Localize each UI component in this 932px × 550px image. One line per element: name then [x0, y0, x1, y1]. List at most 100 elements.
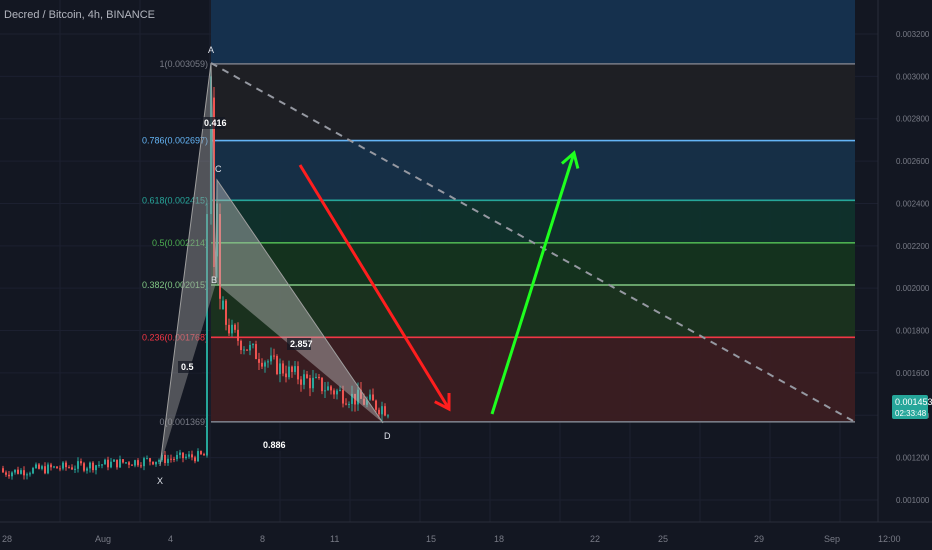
candle-body	[14, 469, 16, 473]
candle-body	[95, 465, 97, 471]
candle-body	[101, 464, 103, 466]
candle	[170, 454, 172, 463]
time-scale: 28 Aug 4 8 11 15 18 22 25 29 Sep 12:00	[0, 521, 932, 550]
candle-body	[234, 324, 236, 330]
pattern-ratio-label: 0.5	[181, 362, 194, 372]
candle-body	[65, 462, 67, 468]
candle-body	[152, 461, 154, 465]
candle-body	[134, 460, 136, 466]
candle-body	[197, 451, 199, 462]
time-tick-label: 4	[168, 534, 173, 544]
last-price-label: 0.001453	[895, 397, 932, 407]
candle-body	[77, 461, 79, 469]
candle	[77, 457, 79, 473]
candle-body	[62, 462, 64, 469]
candle-body	[137, 460, 139, 466]
candle-body	[128, 462, 130, 465]
candle	[98, 461, 100, 468]
candle	[110, 458, 112, 469]
candle	[83, 461, 85, 473]
candle	[125, 462, 127, 464]
candle-body	[140, 465, 142, 467]
price-tick-label: 0.003200	[896, 30, 930, 39]
candle-body	[92, 462, 94, 471]
candle	[29, 471, 31, 477]
candle-body	[191, 454, 193, 458]
candle	[134, 459, 136, 468]
price-scale: 0.003200 0.003000 0.002800 0.002600 0.002400…	[877, 0, 932, 522]
candle-body	[339, 389, 341, 391]
candle-body	[203, 454, 205, 456]
candle	[276, 354, 278, 376]
candle-body	[252, 344, 254, 346]
candle-body	[330, 386, 332, 391]
candle	[41, 464, 43, 471]
candle	[191, 450, 193, 461]
price-tick-label: 0.002600	[896, 157, 930, 166]
candle-body	[246, 349, 248, 351]
price-tick-label: 0.001800	[896, 327, 930, 336]
candle-body	[194, 457, 196, 462]
price-tick-label: 0.003000	[896, 72, 930, 81]
fib-zone	[211, 140, 855, 201]
candle-body	[11, 472, 13, 477]
candle-body	[26, 474, 28, 476]
candle	[68, 465, 70, 469]
candle-body	[179, 452, 181, 455]
candle-body	[255, 344, 257, 360]
candle	[143, 456, 145, 471]
candle	[71, 464, 73, 470]
candle	[185, 453, 187, 460]
candle	[8, 471, 10, 479]
time-tick-label: Sep	[824, 534, 840, 544]
pattern-ratio-label: 0.886	[263, 440, 286, 450]
price-tick-label: 0.002200	[896, 242, 930, 251]
symbol-title: Decred / Bitcoin, 4h, BINANCE	[4, 9, 156, 21]
candle	[47, 462, 49, 475]
candle	[44, 462, 46, 475]
candle-body	[131, 464, 133, 466]
pattern-point-label-c: C	[215, 164, 222, 174]
candle-body	[2, 468, 4, 473]
candle-body	[71, 467, 73, 470]
candle	[131, 464, 133, 466]
candle-body	[89, 462, 91, 469]
candle-body	[261, 362, 263, 367]
candle	[59, 465, 61, 472]
candle	[158, 458, 160, 465]
candle-body	[38, 464, 40, 469]
candle	[104, 458, 106, 465]
time-tick-label: 18	[494, 534, 504, 544]
candle	[167, 454, 169, 466]
price-chart[interactable]: 1(0.003059)0.786(0.002697)0.618(0.002415…	[0, 0, 932, 550]
candle	[56, 466, 58, 469]
candle-body	[155, 461, 157, 465]
time-tick-label: Aug	[95, 534, 111, 544]
candle-body	[5, 472, 7, 475]
time-tick-label: 15	[426, 534, 436, 544]
candle-body	[240, 340, 242, 351]
candle-body	[222, 300, 224, 310]
candle	[14, 469, 16, 475]
candle-body	[309, 378, 311, 389]
candle-body	[44, 466, 46, 474]
candle-body	[98, 464, 100, 466]
price-tick-label: 0.001200	[896, 454, 930, 463]
candle	[92, 461, 94, 473]
price-tick-label: 0.002800	[896, 115, 930, 124]
candle-body	[35, 464, 37, 469]
candle-body	[297, 366, 299, 380]
candle	[26, 472, 28, 480]
candle	[128, 461, 130, 469]
candle	[203, 452, 205, 456]
candle	[5, 470, 7, 477]
pattern-point-label-x: X	[157, 476, 163, 486]
candle-body	[228, 324, 230, 334]
candle	[137, 458, 139, 468]
candle-body	[312, 377, 314, 389]
candle-body	[185, 456, 187, 459]
candle-body	[315, 376, 317, 378]
candle-body	[258, 359, 260, 363]
candle	[80, 458, 82, 466]
candle-body	[56, 466, 58, 469]
